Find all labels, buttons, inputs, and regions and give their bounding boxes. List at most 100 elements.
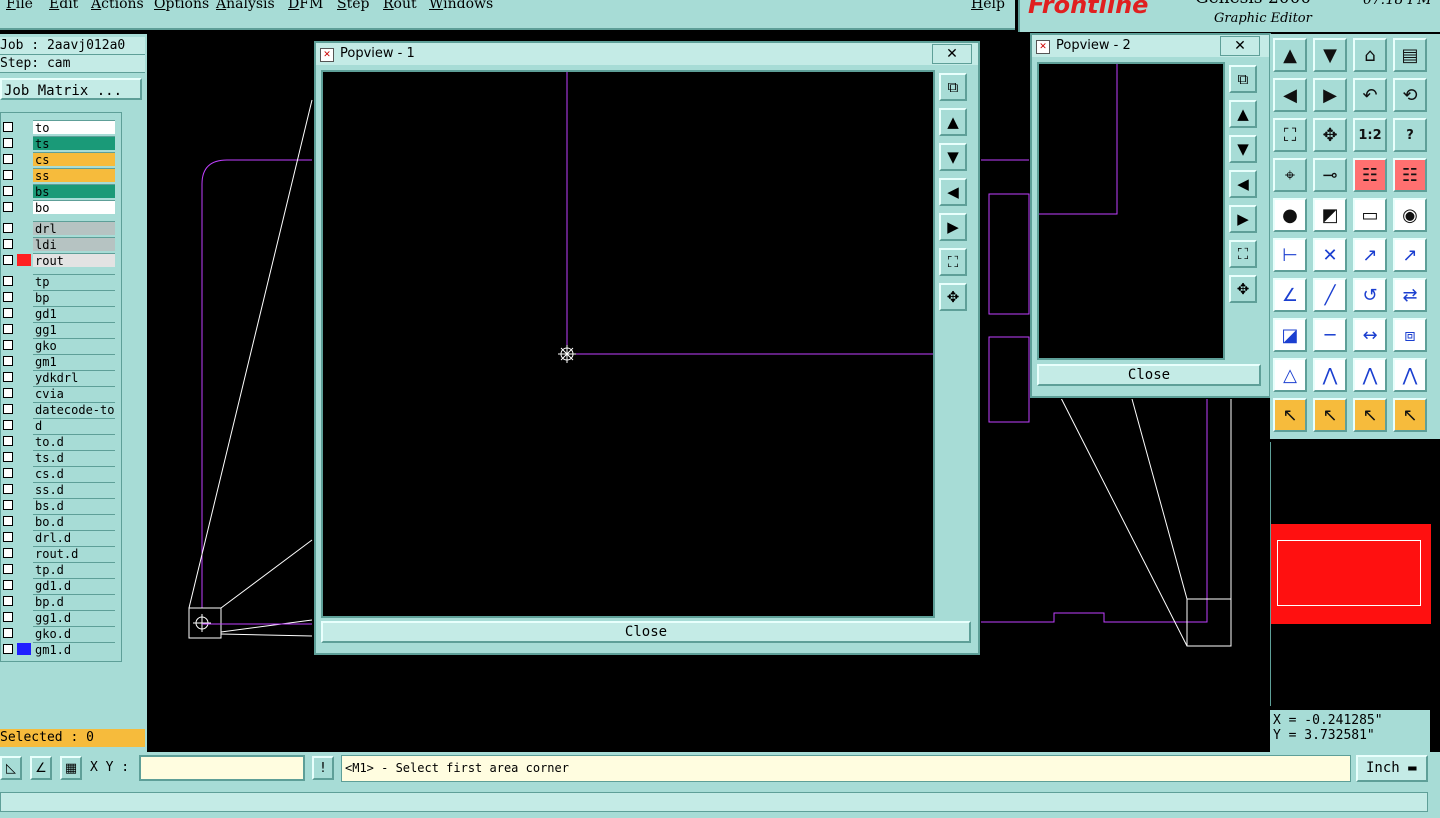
layer-row[interactable]: gd1	[1, 305, 119, 321]
layer-down-icon[interactable]: ▼	[1313, 38, 1347, 72]
layer-name[interactable]: ss	[33, 168, 115, 183]
layer-checkbox[interactable]	[3, 154, 13, 164]
group-icon[interactable]: ⧈	[1393, 318, 1427, 352]
layer-checkbox[interactable]	[3, 420, 13, 430]
layer-name[interactable]: datecode-to	[33, 402, 115, 417]
layer-checkbox[interactable]	[3, 388, 13, 398]
connect-icon[interactable]: ⊢	[1273, 238, 1307, 272]
arch-alt-icon[interactable]: ⋀	[1353, 358, 1387, 392]
xy-input[interactable]	[139, 755, 305, 781]
layer-down-icon[interactable]: ▼	[1229, 135, 1257, 163]
pan-right-icon[interactable]: ▶	[939, 213, 967, 241]
layer-row[interactable]: bs	[1, 183, 119, 199]
layer-name[interactable]: gko	[33, 338, 115, 353]
snap-icon[interactable]: ⊸	[1313, 158, 1347, 192]
menu-step[interactable]: Step	[337, 0, 369, 12]
cross-icon[interactable]: ✕	[1313, 238, 1347, 272]
layer-row[interactable]: ss	[1, 167, 119, 183]
layer-name[interactable]: d	[33, 418, 115, 433]
layer-row[interactable]: rout.d	[1, 545, 119, 561]
layer-row[interactable]: tp.d	[1, 561, 119, 577]
close-icon[interactable]: ✕	[932, 44, 972, 64]
layer-row[interactable]: to.d	[1, 433, 119, 449]
ruler-icon[interactable]: ▭	[1353, 198, 1387, 232]
layer-checkbox[interactable]	[3, 500, 13, 510]
layer-row[interactable]: gg1.d	[1, 609, 119, 625]
layer-row[interactable]: bp.d	[1, 593, 119, 609]
select-box-icon[interactable]: ↖	[1313, 398, 1347, 432]
layer-checkbox[interactable]	[3, 138, 13, 148]
select-net-icon[interactable]: ↖	[1393, 398, 1427, 432]
layer-checkbox[interactable]	[3, 436, 13, 446]
layer-name[interactable]: gd1.d	[33, 578, 115, 593]
layer-checkbox[interactable]	[3, 186, 13, 196]
layer-row[interactable]: rout	[1, 252, 119, 268]
zoom-fit-icon[interactable]: ⛶	[1229, 240, 1257, 268]
add-pad-icon[interactable]: ●	[1273, 198, 1307, 232]
layer-checkbox[interactable]	[3, 170, 13, 180]
layer-row[interactable]: gm1	[1, 353, 119, 369]
layer-row[interactable]: ldi	[1, 236, 119, 252]
home-icon[interactable]: ⌂	[1353, 38, 1387, 72]
layer-name[interactable]: bo	[33, 200, 115, 215]
units-dropdown[interactable]: Inch ▬	[1356, 755, 1428, 782]
layer-checkbox[interactable]	[3, 532, 13, 542]
node-icon[interactable]: ◪	[1273, 318, 1307, 352]
layer-name[interactable]: to	[33, 120, 115, 135]
angle-icon[interactable]: ∠	[1273, 278, 1307, 312]
layer-checkbox[interactable]	[3, 356, 13, 366]
menu-dfm[interactable]: DFM	[288, 0, 323, 12]
zoom-center-icon[interactable]: ✥	[1313, 118, 1347, 152]
layer-checkbox[interactable]	[3, 223, 13, 233]
menu-actions[interactable]: Actions	[91, 0, 144, 12]
angle-mode-icon[interactable]: ∠	[30, 756, 52, 780]
layer-row[interactable]: gd1.d	[1, 577, 119, 593]
layer-name[interactable]: drl.d	[33, 530, 115, 545]
layer-name[interactable]: ss.d	[33, 482, 115, 497]
layer-row[interactable]: gko	[1, 337, 119, 353]
layer-checkbox[interactable]	[3, 122, 13, 132]
layer-name[interactable]: cvia	[33, 386, 115, 401]
minus-icon[interactable]: ─	[1313, 318, 1347, 352]
popview-2-canvas[interactable]	[1037, 62, 1225, 360]
layer-row[interactable]: cs	[1, 151, 119, 167]
layer-checkbox[interactable]	[3, 255, 13, 265]
layer-checkbox[interactable]	[3, 612, 13, 622]
select-arrow-icon[interactable]: ↖	[1273, 398, 1307, 432]
layer-row[interactable]: ydkdrl	[1, 369, 119, 385]
layer-row[interactable]: ts.d	[1, 449, 119, 465]
layer-row[interactable]: bp	[1, 289, 119, 305]
layer-name[interactable]: ldi	[33, 237, 115, 252]
layer-down-icon[interactable]: ▼	[939, 143, 967, 171]
grid-icon[interactable]: ▦	[60, 756, 82, 780]
layer-row[interactable]: tp	[1, 273, 119, 289]
popview-1-titlebar[interactable]: ✕ Popview - 1 ✕	[316, 43, 978, 65]
layer-name[interactable]: gg1.d	[33, 610, 115, 625]
layer-name[interactable]: ts	[33, 136, 115, 151]
layer-row[interactable]: cs.d	[1, 465, 119, 481]
measure-probe-icon[interactable]: ⌖	[1273, 158, 1307, 192]
layer-name[interactable]: gg1	[33, 322, 115, 337]
pan-left-icon[interactable]: ◀	[1229, 170, 1257, 198]
zoom-fit-icon[interactable]: ⛶	[1273, 118, 1307, 152]
menu-file[interactable]: File	[6, 0, 33, 12]
one-to-one-icon[interactable]: 1:2	[1353, 118, 1387, 152]
layer-checkbox[interactable]	[3, 372, 13, 382]
panel-icon[interactable]: ▤	[1393, 38, 1427, 72]
arch-icon[interactable]: ⋀	[1313, 358, 1347, 392]
job-matrix-button[interactable]: Job Matrix ...	[0, 78, 142, 100]
layer-name[interactable]: gko.d	[33, 626, 115, 641]
menu-help[interactable]: Help	[971, 0, 1005, 12]
layer-name[interactable]: bo.d	[33, 514, 115, 529]
redraw-icon[interactable]: ⟲	[1393, 78, 1427, 112]
zoom-window-icon[interactable]: ⧉	[1229, 65, 1257, 93]
help-icon[interactable]: ?	[1393, 118, 1427, 152]
layer-checkbox[interactable]	[3, 596, 13, 606]
pan-left-icon[interactable]: ◀	[1273, 78, 1307, 112]
layer-checkbox[interactable]	[3, 239, 13, 249]
layer-checkbox[interactable]	[3, 404, 13, 414]
menu-windows[interactable]: Windows	[429, 0, 493, 12]
arc-icon[interactable]: ↺	[1353, 278, 1387, 312]
select-box-alt-icon[interactable]: ↖	[1353, 398, 1387, 432]
pan-right-icon[interactable]: ▶	[1229, 205, 1257, 233]
